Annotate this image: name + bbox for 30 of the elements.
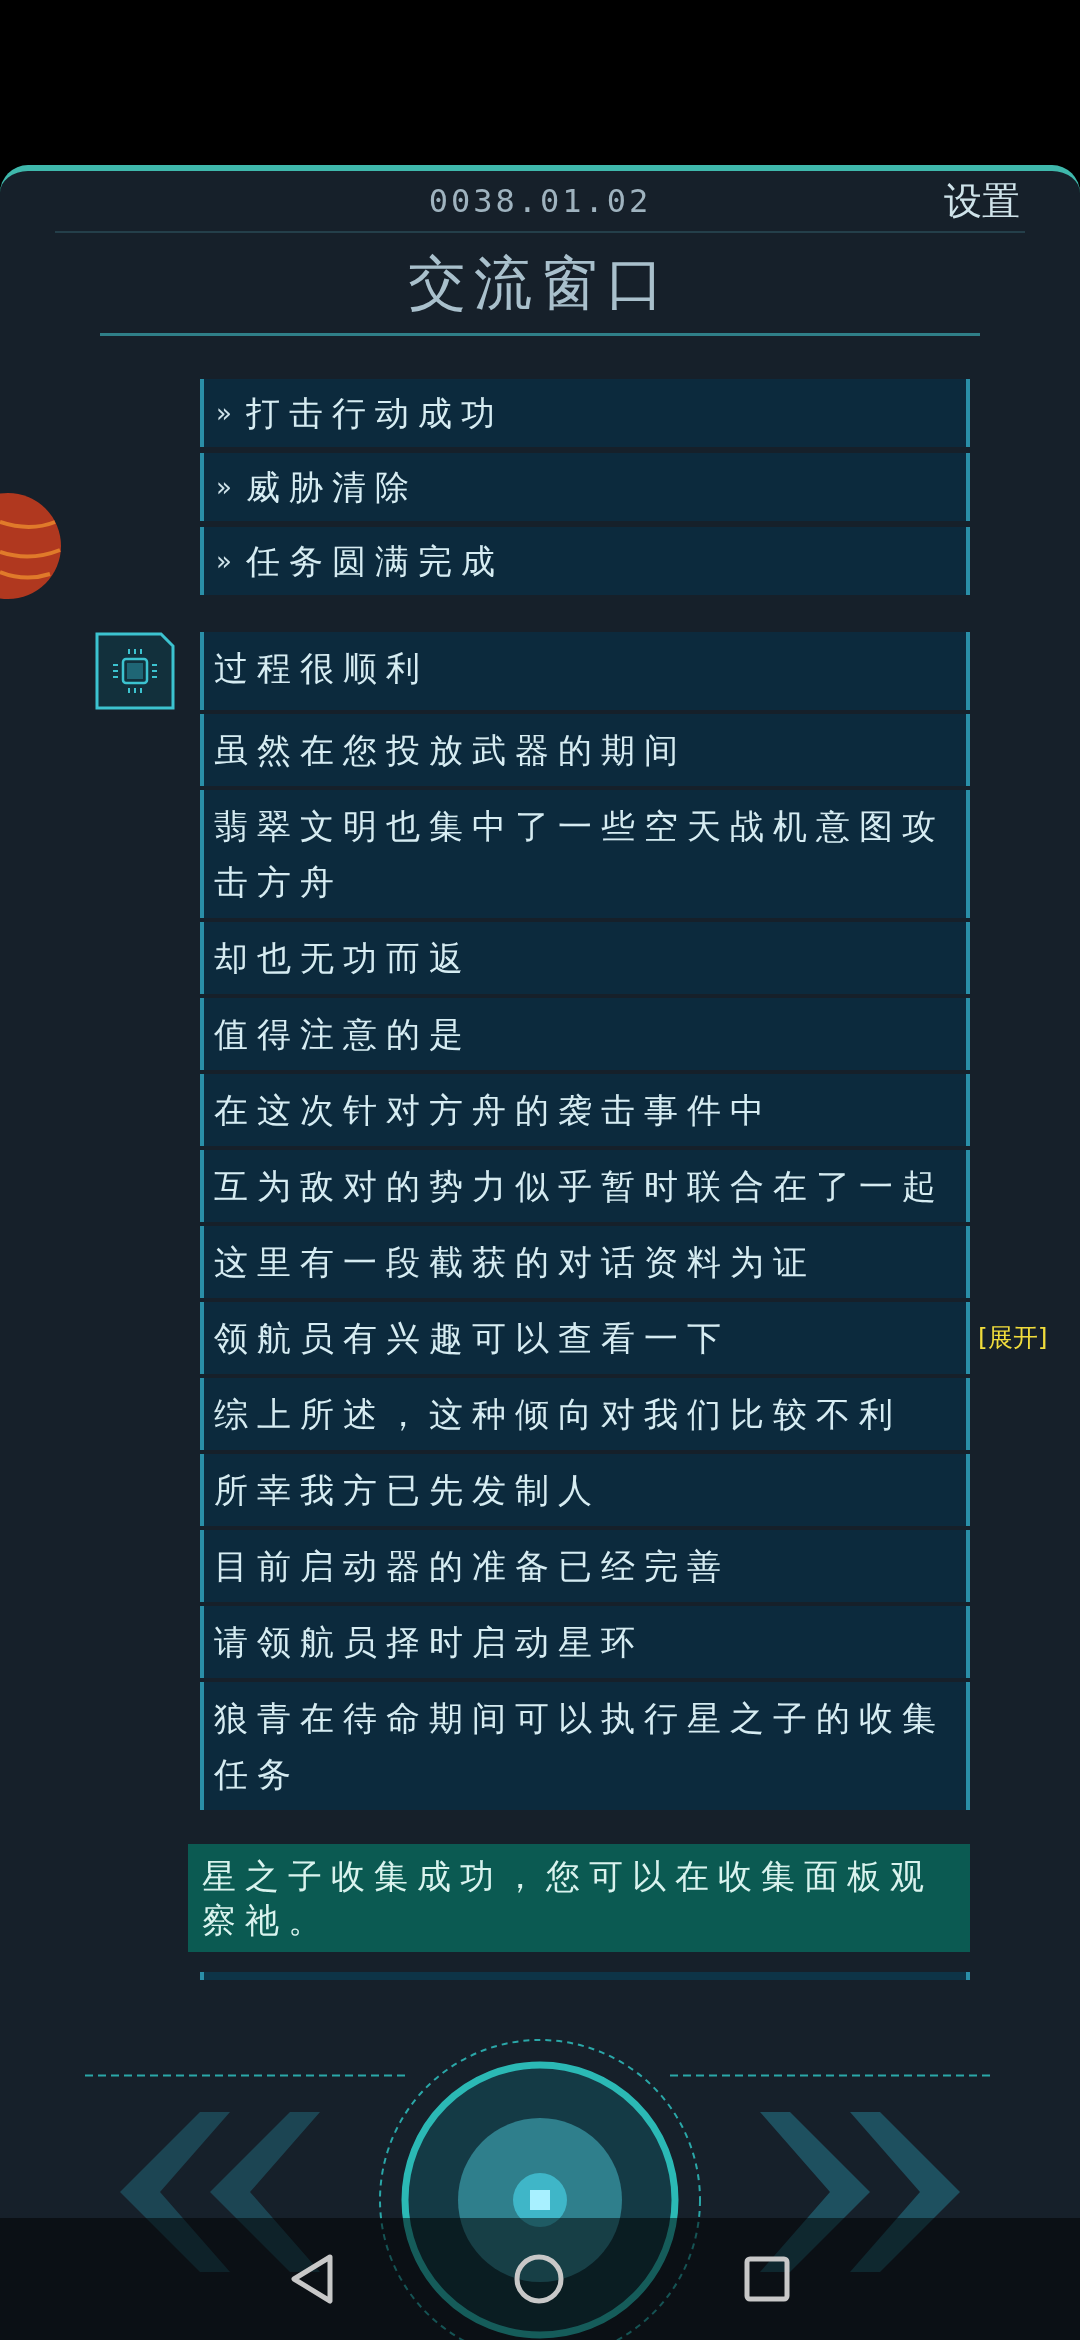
message-text: 请领航员择时启动星环 — [214, 1621, 645, 1664]
message-text: 却也无功而返 — [214, 937, 473, 980]
message-text: 过程很顺利 — [214, 647, 430, 690]
expand-link[interactable]: [展开] — [978, 1319, 1048, 1357]
recents-icon[interactable] — [744, 2256, 790, 2302]
message-text: 综上所述，这种倾向对我们比较不利 — [214, 1393, 903, 1436]
date-text: 0038.01.02 — [428, 181, 652, 222]
ai-chip-icon — [95, 632, 175, 710]
stop-icon — [530, 2190, 550, 2210]
chevron-icon: » — [216, 541, 232, 581]
message-text: 值得注意的是 — [214, 1013, 473, 1056]
message-text: 威胁清除 — [245, 465, 418, 509]
window-title: 交流窗口 — [408, 247, 672, 319]
notice-text: 星之子收集成功，您可以在收集面板观察祂。 — [202, 1855, 934, 1942]
message-text: 任务圆满完成 — [245, 539, 504, 583]
message-text: 领航员有兴趣可以查看一下 — [214, 1317, 731, 1360]
back-icon[interactable] — [290, 2254, 334, 2304]
home-icon[interactable] — [514, 2254, 564, 2304]
message-text: 目前启动器的准备已经完善 — [214, 1545, 731, 1588]
message-text: 这里有一段截获的对话资料为证 — [214, 1241, 817, 1284]
message-text: 虽然在您投放武器的期间 — [214, 729, 688, 772]
message-text: 在这次针对方舟的袭击事件中 — [214, 1089, 774, 1132]
message-text: 翡翠文明也集中了一些空天战机意图攻击方舟 — [214, 805, 946, 904]
message-text: 所幸我方已先发制人 — [214, 1469, 602, 1512]
message-text: 打击行动成功 — [245, 391, 504, 435]
chevron-icon: » — [216, 393, 232, 433]
message-text: 互为敌对的势力似乎暂时联合在了一起 — [214, 1165, 946, 1208]
settings-button[interactable]: 设置 — [944, 172, 1025, 230]
message-text: 狼青在待命期间可以执行星之子的收集任务 — [214, 1697, 946, 1796]
chevron-icon: » — [216, 467, 232, 507]
